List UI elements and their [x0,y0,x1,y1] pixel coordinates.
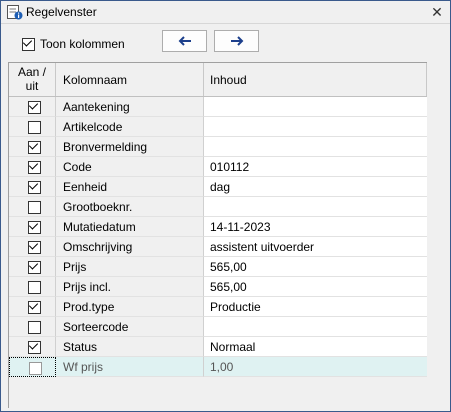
checkmark-icon [28,160,39,170]
table-row[interactable]: Mutatiedatum 14-11-2023 [9,217,427,237]
aan-uit-cell [9,297,56,317]
column-header-inhoud[interactable]: Inhoud [204,63,427,96]
close-icon: ✕ [431,4,443,20]
row-checkbox[interactable] [28,121,41,134]
kolomnaam-cell: Code [56,157,204,177]
kolomnaam-cell: Prod.type [56,297,204,317]
aan-uit-cell [9,97,56,117]
kolomnaam-cell: Status [56,337,204,357]
regelvenster-window: Regelvenster ✕ Toon kolommen Aan / uit K… [0,0,451,412]
toon-kolommen-checkbox[interactable] [22,37,35,51]
kolomnaam-cell: Grootboeknr. [56,197,204,217]
toon-kolommen-label[interactable]: Toon kolommen [40,37,125,51]
inhoud-cell[interactable] [204,197,427,217]
close-button[interactable]: ✕ [428,3,446,21]
checkmark-icon [28,300,39,310]
kolomnaam-cell: Wf prijs [56,357,204,377]
title-bar: Regelvenster ✕ [1,1,450,24]
checkmark-icon [28,240,39,250]
kolomnaam-cell: Mutatiedatum [56,217,204,237]
aan-uit-cell [9,337,56,357]
row-checkbox[interactable] [28,180,41,194]
inhoud-cell[interactable]: 565,00 [204,257,427,277]
inhoud-cell[interactable]: Productie [204,297,427,317]
aan-uit-cell [9,137,56,157]
next-button[interactable] [214,30,259,52]
checkmark-icon [28,260,39,270]
row-checkbox[interactable] [28,100,41,114]
table-row[interactable]: Prijs 565,00 [9,257,427,277]
inhoud-cell[interactable] [204,117,427,137]
table-row[interactable]: Eenheid dag [9,177,427,197]
inhoud-cell[interactable]: 010112 [204,157,427,177]
kolomnaam-cell: Sorteercode [56,317,204,337]
arrow-right-icon [231,36,244,46]
aan-uit-cell [9,217,56,237]
row-checkbox[interactable] [28,160,41,174]
kolomnaam-cell: Aantekening [56,97,204,117]
aan-uit-cell [9,357,56,377]
table-row[interactable]: Artikelcode [9,117,427,137]
kolomnaam-cell: Eenheid [56,177,204,197]
row-checkbox[interactable] [28,321,41,334]
checkmark-icon [22,37,33,47]
inhoud-cell[interactable] [204,97,427,117]
arrow-left-icon [178,36,191,46]
aan-uit-cell [9,177,56,197]
checkmark-icon [28,140,39,150]
checkmark-icon [28,180,39,190]
table-row[interactable]: Wf prijs 1,00 [9,357,427,377]
table-row[interactable]: Aantekening [9,97,427,117]
aan-uit-cell [9,257,56,277]
inhoud-cell[interactable]: 14-11-2023 [204,217,427,237]
column-header-aan-uit-label: Aan / uit [17,65,47,93]
row-checkbox[interactable] [28,201,41,214]
aan-uit-cell [9,197,56,217]
table-row[interactable]: Bronvermelding [9,137,427,157]
inhoud-cell[interactable]: 1,00 [204,357,427,377]
aan-uit-cell [9,317,56,337]
window-title: Regelvenster [26,5,97,19]
info-window-icon [7,5,23,20]
kolomnaam-cell: Artikelcode [56,117,204,137]
row-checkbox[interactable] [29,362,42,375]
inhoud-cell[interactable]: Normaal [204,337,427,357]
row-checkbox[interactable] [28,140,41,154]
kolomnaam-cell: Bronvermelding [56,137,204,157]
grid-header: Aan / uit Kolomnaam Inhoud [9,63,427,97]
aan-uit-cell [9,277,56,297]
inhoud-cell[interactable] [204,137,427,157]
kolomnaam-cell: Prijs incl. [56,277,204,297]
checkmark-icon [28,220,39,230]
table-row[interactable]: Grootboeknr. [9,197,427,217]
aan-uit-cell [9,117,56,137]
kolommen-grid: Aan / uit Kolomnaam Inhoud Aantekening Ar… [8,62,427,408]
column-header-kolomnaam[interactable]: Kolomnaam [56,63,204,96]
inhoud-cell[interactable] [204,317,427,337]
aan-uit-cell [9,237,56,257]
table-row[interactable]: Code 010112 [9,157,427,177]
row-checkbox[interactable] [28,340,41,354]
row-checkbox[interactable] [28,220,41,234]
checkmark-icon [28,340,39,350]
table-row[interactable]: Omschrijving assistent uitvoerder [9,237,427,257]
table-row[interactable]: Sorteercode [9,317,427,337]
table-row[interactable]: Status Normaal [9,337,427,357]
inhoud-cell[interactable]: 565,00 [204,277,427,297]
kolomnaam-cell: Omschrijving [56,237,204,257]
row-checkbox[interactable] [28,240,41,254]
aan-uit-cell [9,157,56,177]
inhoud-cell[interactable]: dag [204,177,427,197]
toolbar: Toon kolommen [1,24,450,60]
column-header-aan-uit[interactable]: Aan / uit [9,63,56,96]
row-checkbox[interactable] [28,281,41,294]
row-checkbox[interactable] [28,300,41,314]
table-row[interactable]: Prod.type Productie [9,297,427,317]
table-row[interactable]: Prijs incl. 565,00 [9,277,427,297]
kolomnaam-cell: Prijs [56,257,204,277]
row-checkbox[interactable] [28,260,41,274]
checkmark-icon [28,100,39,110]
previous-button[interactable] [162,30,207,52]
inhoud-cell[interactable]: assistent uitvoerder [204,237,427,257]
